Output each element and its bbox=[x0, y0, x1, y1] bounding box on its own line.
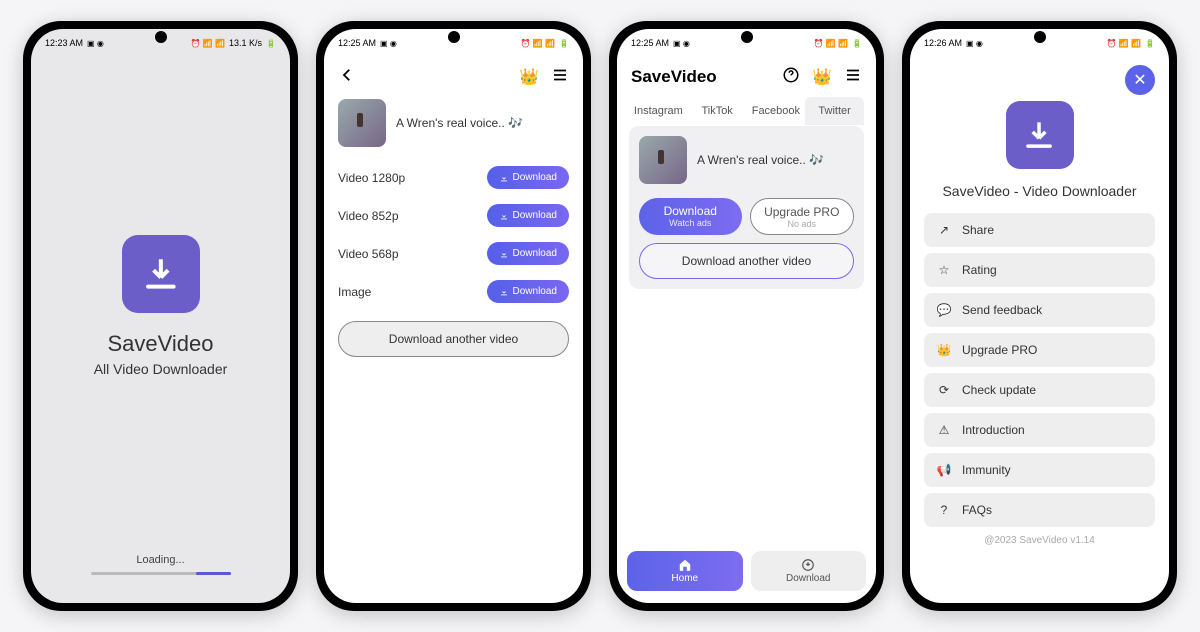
download-button[interactable]: Download bbox=[487, 242, 569, 265]
loading-text: Loading... bbox=[31, 554, 290, 566]
back-button[interactable] bbox=[338, 66, 356, 89]
quality-row: Image Download bbox=[338, 273, 569, 311]
quality-row: Video 1280p Download bbox=[338, 159, 569, 197]
camera-notch bbox=[741, 31, 753, 43]
download-button[interactable]: Download bbox=[487, 204, 569, 227]
tab-instagram[interactable]: Instagram bbox=[629, 97, 688, 125]
close-button[interactable]: ✕ bbox=[1125, 65, 1155, 95]
star-icon: ☆ bbox=[936, 263, 952, 277]
quality-row: Video 568p Download bbox=[338, 235, 569, 273]
upgrade-pro-button[interactable]: Upgrade PRO No ads bbox=[750, 198, 855, 235]
help-button[interactable] bbox=[782, 66, 800, 89]
warning-icon: ⚠ bbox=[936, 423, 952, 437]
menu-check-update[interactable]: ⟳Check update bbox=[924, 373, 1155, 407]
tab-twitter[interactable]: Twitter bbox=[805, 97, 864, 125]
clock: 12:26 AM bbox=[924, 38, 962, 48]
download-button[interactable]: Download bbox=[487, 280, 569, 303]
quality-label: Image bbox=[338, 285, 371, 299]
video-title: A Wren's real voice.. 🎶 bbox=[396, 116, 523, 130]
splash-subtitle: All Video Downloader bbox=[94, 361, 228, 377]
clock: 12:25 AM bbox=[338, 38, 376, 48]
footer-version: @2023 SaveVideo v1.14 bbox=[910, 531, 1169, 556]
video-title: A Wren's real voice.. 🎶 bbox=[697, 153, 824, 167]
menu-upgrade-pro[interactable]: 👑Upgrade PRO bbox=[924, 333, 1155, 367]
quality-label: Video 1280p bbox=[338, 171, 405, 185]
menu-introduction[interactable]: ⚠Introduction bbox=[924, 413, 1155, 447]
camera-notch bbox=[1034, 31, 1046, 43]
download-button[interactable]: Download bbox=[487, 166, 569, 189]
phone-quality-list: 12:25 AM▣ ◉ ⏰ 📶 📶🔋 👑 A Wren's real voice… bbox=[316, 21, 591, 611]
feedback-icon: 💬 bbox=[936, 303, 952, 317]
quality-label: Video 852p bbox=[338, 209, 399, 223]
phone-menu: 12:26 AM▣ ◉ ⏰ 📶 📶🔋 ✕ SaveVideo - Video D… bbox=[902, 21, 1177, 611]
video-card: A Wren's real voice.. 🎶 Download Watch a… bbox=[629, 126, 864, 289]
clock: 12:23 AM bbox=[45, 38, 83, 48]
download-another-button[interactable]: Download another video bbox=[338, 321, 569, 357]
crown-icon[interactable]: 👑 bbox=[519, 67, 539, 87]
menu-faqs[interactable]: ?FAQs bbox=[924, 493, 1155, 527]
menu-list: ↗Share ☆Rating 💬Send feedback 👑Upgrade P… bbox=[910, 209, 1169, 531]
splash-title: SaveVideo bbox=[107, 331, 213, 357]
menu-share[interactable]: ↗Share bbox=[924, 213, 1155, 247]
quality-row: Video 852p Download bbox=[338, 197, 569, 235]
download-ads-button[interactable]: Download Watch ads bbox=[639, 198, 742, 235]
camera-notch bbox=[155, 31, 167, 43]
clock: 12:25 AM bbox=[631, 38, 669, 48]
source-tabs: Instagram TikTok Facebook Twitter bbox=[629, 97, 864, 126]
loading-progress bbox=[91, 572, 231, 575]
update-icon: ⟳ bbox=[936, 383, 952, 397]
menu-immunity[interactable]: 📢Immunity bbox=[924, 453, 1155, 487]
menu-button[interactable] bbox=[844, 66, 862, 89]
net-speed: 13.1 K/s bbox=[229, 38, 262, 48]
share-icon: ↗ bbox=[936, 223, 952, 237]
megaphone-icon: 📢 bbox=[936, 463, 952, 477]
app-logo bbox=[122, 235, 200, 313]
menu-button[interactable] bbox=[551, 66, 569, 89]
menu-title: SaveVideo - Video Downloader bbox=[942, 183, 1136, 199]
help-icon: ? bbox=[936, 503, 952, 517]
download-another-button[interactable]: Download another video bbox=[639, 243, 854, 279]
nav-home[interactable]: Home bbox=[627, 551, 743, 591]
crown-icon: 👑 bbox=[936, 343, 952, 357]
tab-facebook[interactable]: Facebook bbox=[747, 97, 806, 125]
quality-label: Video 568p bbox=[338, 247, 399, 261]
phone-splash: 12:23 AM▣ ◉ ⏰ 📶 📶13.1 K/s🔋 SaveVideo All… bbox=[23, 21, 298, 611]
camera-notch bbox=[448, 31, 460, 43]
app-logo bbox=[1006, 101, 1074, 169]
crown-icon[interactable]: 👑 bbox=[812, 67, 832, 87]
video-thumbnail bbox=[338, 99, 386, 147]
tab-tiktok[interactable]: TikTok bbox=[688, 97, 747, 125]
menu-rating[interactable]: ☆Rating bbox=[924, 253, 1155, 287]
phone-home: 12:25 AM▣ ◉ ⏰ 📶 📶🔋 SaveVideo 👑 Instagram… bbox=[609, 21, 884, 611]
app-title: SaveVideo bbox=[631, 67, 717, 87]
menu-feedback[interactable]: 💬Send feedback bbox=[924, 293, 1155, 327]
nav-download[interactable]: Download bbox=[751, 551, 867, 591]
video-thumbnail bbox=[639, 136, 687, 184]
bottom-nav: Home Download bbox=[617, 543, 876, 603]
